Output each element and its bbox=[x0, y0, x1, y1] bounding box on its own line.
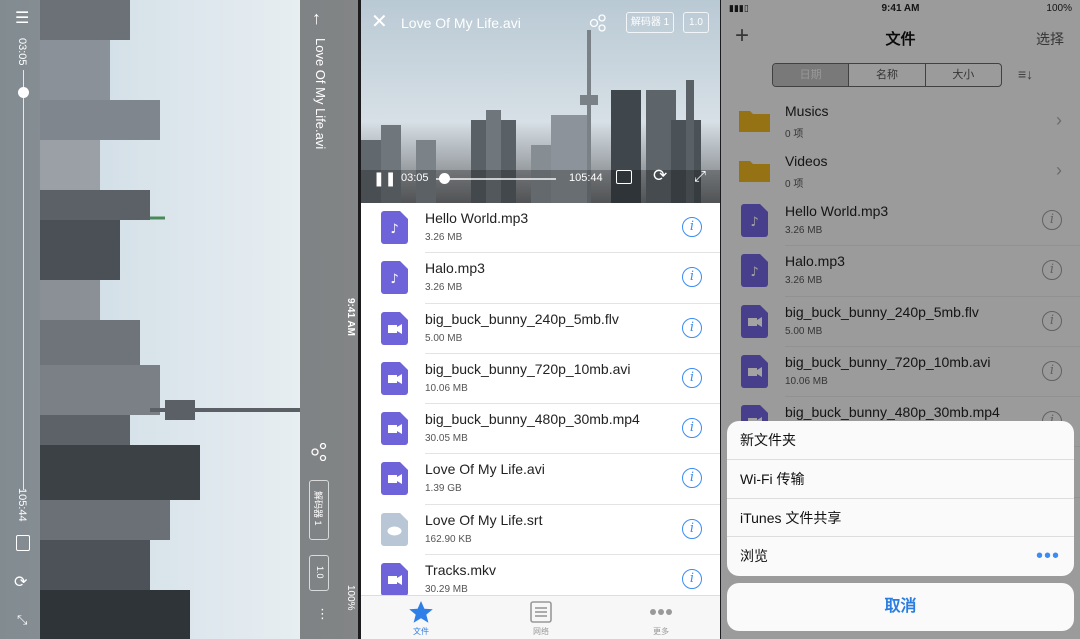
video-title: Love Of My Life.avi bbox=[313, 38, 328, 150]
duration-time: 105:44 bbox=[569, 172, 603, 184]
file-name: Love Of My Life.avi bbox=[425, 461, 545, 478]
file-row[interactable]: big_buck_bunny_720p_10mb.avi 10.06 MB i bbox=[361, 354, 720, 405]
fullscreen-icon[interactable]: ⤢ bbox=[694, 168, 706, 185]
file-name: Halo.mp3 bbox=[425, 260, 485, 277]
file-size: 5.00 MB bbox=[425, 332, 463, 344]
info-icon[interactable]: i bbox=[682, 468, 702, 489]
file-list: ♪ Hello World.mp3 3.26 MB i ♪ Halo.mp3 3.26 MB… bbox=[361, 203, 720, 606]
landscape-player[interactable]: ☰ 03:05 105:44 ⟳ ⤡ ↑ Love Of My Life.avi… bbox=[0, 0, 358, 639]
file-name: big_buck_bunny_480p_30mb.mp4 bbox=[425, 411, 640, 428]
current-time: 03:05 bbox=[401, 172, 429, 184]
speed-label: 1.0 bbox=[315, 566, 325, 579]
share-icon[interactable] bbox=[311, 442, 327, 462]
cancel-button[interactable]: 取消 bbox=[727, 583, 1074, 631]
more-dots-icon: ••• bbox=[1035, 545, 1060, 568]
status-time: 9:41 AM bbox=[345, 298, 356, 336]
itunes-share-action[interactable]: iTunes 文件共享 bbox=[727, 499, 1074, 538]
audio-file-icon: ♪ bbox=[381, 211, 408, 244]
video-file-icon bbox=[381, 563, 408, 597]
info-icon[interactable]: i bbox=[682, 518, 702, 539]
info-icon[interactable]: i bbox=[682, 569, 702, 590]
tab-label: 网络 bbox=[533, 627, 549, 636]
seek-knob[interactable] bbox=[18, 87, 29, 98]
seek-knob[interactable] bbox=[439, 173, 450, 184]
wifi-transfer-action[interactable]: Wi-Fi 传输 bbox=[727, 460, 1074, 499]
decoder-button[interactable]: 解码器 1 bbox=[309, 480, 329, 540]
file-size: 10.06 MB bbox=[425, 382, 468, 394]
video-file-icon bbox=[381, 412, 408, 446]
video-file-icon bbox=[381, 311, 408, 345]
file-name: big_buck_bunny_720p_10mb.avi bbox=[425, 360, 631, 377]
current-time: 03:05 bbox=[16, 38, 28, 66]
info-icon[interactable]: i bbox=[682, 267, 702, 288]
new-folder-action[interactable]: 新文件夹 bbox=[727, 421, 1074, 460]
file-row[interactable]: ♪ Hello World.mp3 3.26 MB i bbox=[361, 203, 720, 254]
list-icon bbox=[530, 601, 552, 623]
status-battery: 100% bbox=[345, 585, 356, 611]
file-size: 3.26 MB bbox=[425, 282, 463, 294]
info-icon[interactable]: i bbox=[682, 317, 702, 338]
subtitle-file-icon bbox=[381, 512, 408, 546]
back-arrow-icon[interactable]: ↑ bbox=[312, 8, 321, 29]
file-name: Hello World.mp3 bbox=[425, 210, 529, 226]
info-icon[interactable]: i bbox=[682, 418, 702, 439]
file-row[interactable]: ♪ Halo.mp3 3.26 MB i bbox=[361, 253, 720, 304]
subtitle-icon[interactable] bbox=[616, 170, 632, 184]
file-row[interactable]: big_buck_bunny_240p_5mb.flv 5.00 MB i bbox=[361, 304, 720, 354]
video-title: Love Of My Life.avi bbox=[401, 15, 521, 31]
share-icon[interactable] bbox=[589, 14, 607, 37]
tab-more[interactable]: 更多 bbox=[601, 596, 720, 639]
file-name: Love Of My Life.srt bbox=[425, 511, 543, 528]
decoder-label: 解码器 1 bbox=[313, 491, 323, 526]
tab-network[interactable]: 网络 bbox=[481, 596, 601, 639]
seek-track[interactable] bbox=[23, 70, 24, 490]
file-browser-screen: ▮▮▮▯ 9:41 AM 100% + 文件 选择 日期 名称 大小 ≡↓ Mu… bbox=[721, 0, 1080, 639]
star-icon bbox=[409, 601, 433, 623]
svg-text:♪: ♪ bbox=[390, 222, 398, 237]
file-row[interactable]: big_buck_bunny_480p_30mb.mp4 30.05 MB i bbox=[361, 404, 720, 455]
pause-icon[interactable]: ❚❚ bbox=[373, 170, 396, 187]
browse-label: 浏览 bbox=[740, 548, 768, 565]
video-player[interactable]: ✕ Love Of My Life.avi 解码器 1 1.0 ❚❚ 03:05… bbox=[361, 0, 720, 203]
close-icon[interactable]: ✕ bbox=[371, 12, 388, 32]
file-size: 1.39 GB bbox=[425, 483, 462, 495]
fullscreen-exit-icon[interactable]: ⤡ bbox=[17, 612, 27, 628]
browse-action[interactable]: 浏览 ••• bbox=[727, 537, 1074, 576]
decoder-button[interactable]: 解码器 1 bbox=[626, 12, 674, 33]
info-icon[interactable]: i bbox=[682, 367, 702, 388]
file-name: Tracks.mkv bbox=[425, 562, 497, 579]
file-size: 30.05 MB bbox=[425, 433, 468, 445]
audio-file-icon: ♪ bbox=[381, 261, 408, 295]
tab-files[interactable]: 文件 bbox=[361, 596, 481, 639]
file-name: big_buck_bunny_240p_5mb.flv bbox=[425, 310, 619, 327]
info-icon[interactable]: i bbox=[682, 217, 702, 237]
tab-label: 文件 bbox=[413, 627, 429, 636]
action-sheet: 新文件夹 Wi-Fi 传输 iTunes 文件共享 浏览 ••• bbox=[727, 421, 1074, 576]
rotate-icon[interactable]: ⟳ bbox=[653, 166, 667, 186]
tab-bar: 文件 网络 更多 bbox=[361, 595, 720, 639]
seek-track[interactable] bbox=[436, 178, 556, 180]
video-file-icon bbox=[381, 361, 408, 395]
more-icon[interactable]: ⋮ bbox=[316, 606, 329, 622]
menu-icon[interactable]: ☰ bbox=[15, 8, 29, 28]
svg-text:♪: ♪ bbox=[390, 272, 398, 287]
subtitle-icon[interactable] bbox=[16, 535, 30, 551]
file-size: 3.26 MB bbox=[425, 232, 463, 243]
more-icon bbox=[650, 609, 672, 615]
video-file-icon bbox=[381, 462, 408, 496]
rotate-icon[interactable]: ⟳ bbox=[14, 572, 27, 592]
file-row[interactable]: Love Of My Life.avi 1.39 GB i bbox=[361, 454, 720, 505]
duration-time: 105:44 bbox=[16, 488, 28, 522]
file-row[interactable]: Love Of My Life.srt 162.90 KB i bbox=[361, 505, 720, 556]
tab-label: 更多 bbox=[653, 627, 669, 636]
file-size: 162.90 KB bbox=[425, 533, 472, 545]
file-size: 30.29 MB bbox=[425, 584, 468, 596]
portrait-player-screen: ✕ Love Of My Life.avi 解码器 1 1.0 ❚❚ 03:05… bbox=[361, 0, 720, 639]
speed-button[interactable]: 1.0 bbox=[309, 555, 329, 591]
speed-button[interactable]: 1.0 bbox=[683, 12, 709, 33]
